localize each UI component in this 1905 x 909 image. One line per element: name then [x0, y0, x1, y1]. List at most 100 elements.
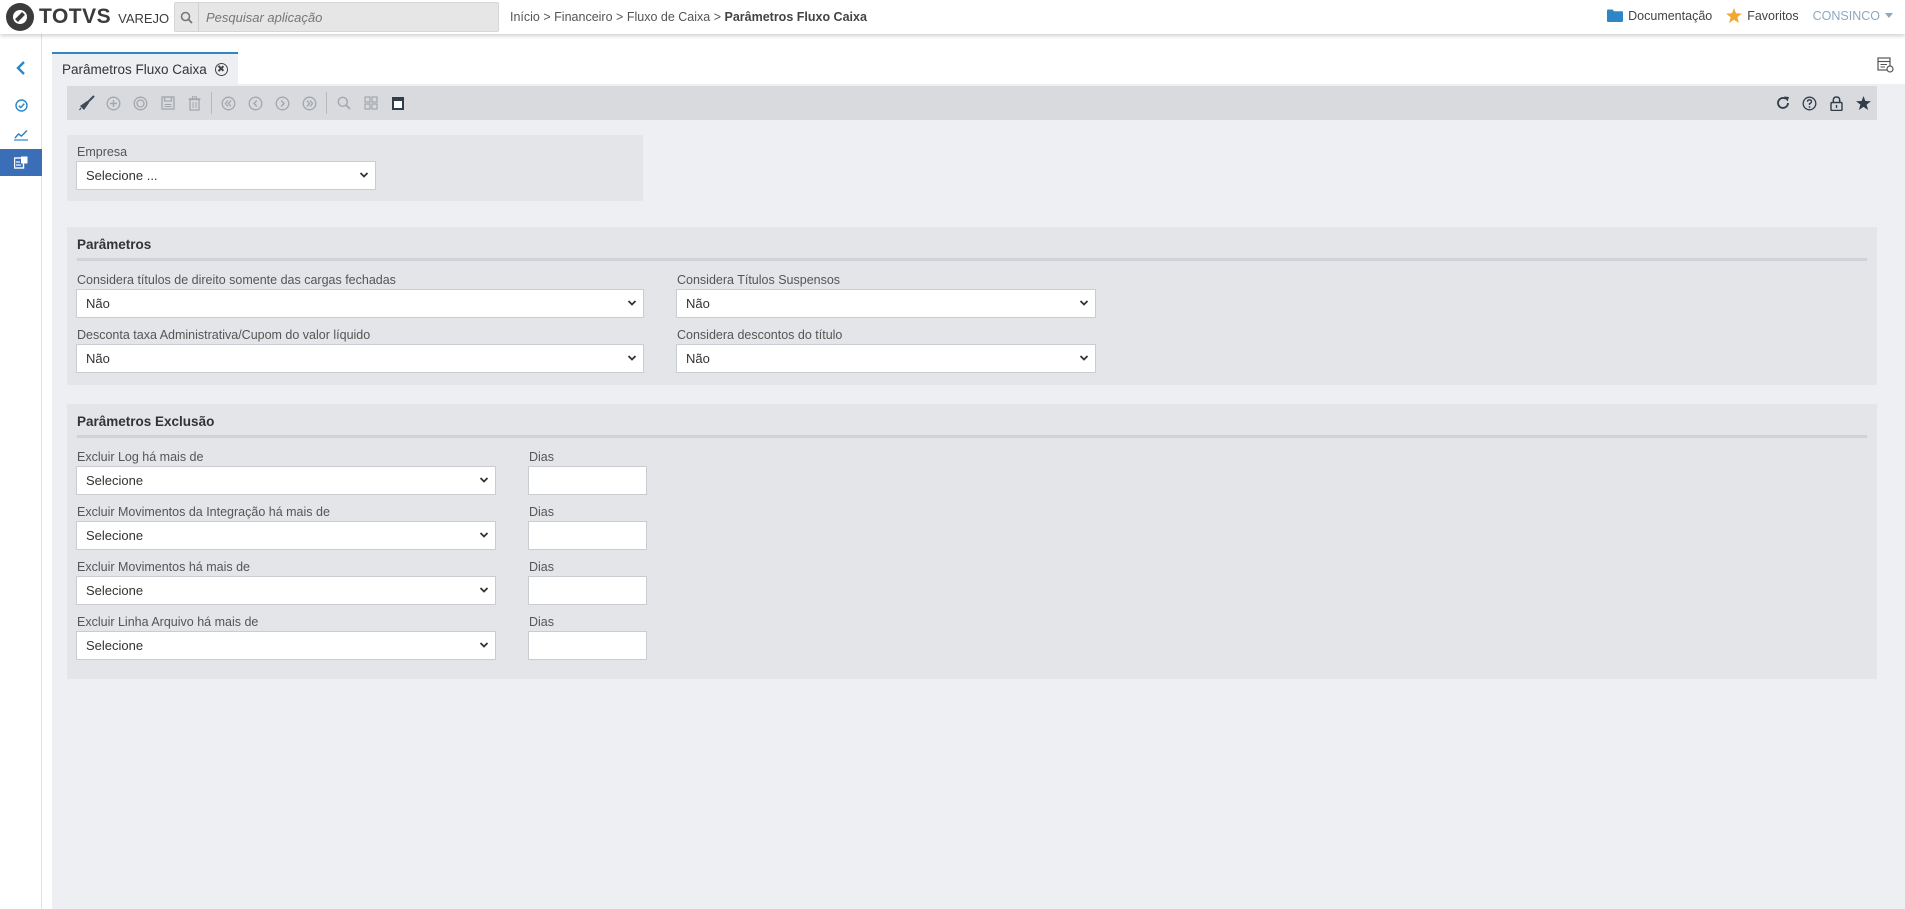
field-label: Desconta taxa Administrativa/Cupom do va…: [77, 328, 371, 342]
broom-icon: [78, 95, 95, 111]
excluir-linha-arquivo-select[interactable]: Selecione: [76, 631, 496, 660]
search-box[interactable]: [174, 2, 499, 32]
refresh-button[interactable]: [1769, 90, 1796, 116]
field-label: Excluir Log há mais de: [77, 450, 204, 464]
folder-icon: [1607, 9, 1624, 22]
user-menu[interactable]: CONSINCO: [1813, 9, 1893, 23]
star-icon: [1726, 8, 1743, 23]
select-value: Não: [86, 351, 110, 366]
add-icon: [106, 96, 121, 110]
parametros-title: Parâmetros: [77, 237, 152, 252]
lock-button[interactable]: [1823, 90, 1850, 116]
previous-icon: [248, 96, 263, 110]
empresa-select[interactable]: Selecione ...: [76, 161, 376, 190]
excluir-movimentos-dias-input[interactable]: [528, 576, 647, 605]
save-icon: [160, 96, 175, 110]
rail-apps-button[interactable]: [0, 149, 42, 176]
field-label: Considera Títulos Suspensos: [677, 273, 841, 287]
last-record-button[interactable]: [296, 90, 323, 116]
breadcrumb-item-fluxo-de-caixa[interactable]: Fluxo de Caixa: [627, 10, 710, 24]
totvs-logo[interactable]: TOTVS VAREJO: [6, 3, 170, 31]
section-divider: [77, 435, 1867, 438]
clear-button[interactable]: [73, 90, 100, 116]
search-icon[interactable]: [175, 3, 199, 31]
excluir-log-dias-input[interactable]: [528, 466, 647, 495]
empresa-label: Empresa: [77, 145, 128, 159]
apps-icon: [14, 156, 28, 169]
side-panel-button[interactable]: [1873, 52, 1897, 76]
cancel-icon: [133, 96, 148, 110]
empresa-panel: Empresa Selecione ...: [67, 135, 643, 201]
breadcrumb-separator: >: [543, 10, 551, 24]
search-icon: [337, 96, 351, 110]
desconta-taxa-select[interactable]: Não: [76, 344, 644, 373]
caret-down-icon: [1885, 13, 1893, 18]
top-bar: TOTVS VAREJO Início > Financeiro > Fluxo…: [0, 0, 1905, 34]
next-record-button[interactable]: [269, 90, 296, 116]
header-actions: Documentação Favoritos CONSINCO: [1607, 8, 1893, 23]
chevron-down-icon: [479, 587, 489, 593]
considera-titulos-suspensos-select[interactable]: Não: [676, 289, 1096, 318]
collapse-menu-button[interactable]: [0, 54, 42, 81]
search-button[interactable]: [330, 90, 357, 116]
previous-record-button[interactable]: [242, 90, 269, 116]
select-value: Não: [686, 351, 710, 366]
delete-button[interactable]: [181, 90, 208, 116]
exclusao-title: Parâmetros Exclusão: [77, 414, 215, 429]
grid-icon: [363, 96, 378, 110]
parametros-panel: Parâmetros Considera títulos de direito …: [67, 227, 1877, 385]
documentation-label: Documentação: [1628, 8, 1713, 23]
section-divider: [77, 258, 1867, 261]
dias-label: Dias: [529, 615, 555, 629]
considera-descontos-select[interactable]: Não: [676, 344, 1096, 373]
excluir-movimentos-select[interactable]: Selecione: [76, 576, 496, 605]
tab-parametros-fluxo-caixa[interactable]: Parâmetros Fluxo Caixa: [52, 52, 238, 84]
breadcrumb-item-financeiro[interactable]: Financeiro: [554, 10, 612, 24]
help-icon: [1802, 96, 1817, 110]
first-record-button[interactable]: [215, 90, 242, 116]
breadcrumb-item-inicio[interactable]: Início: [510, 10, 540, 24]
save-button[interactable]: [154, 90, 181, 116]
considera-cargas-fechadas-select[interactable]: Não: [76, 289, 644, 318]
lock-icon: [1830, 95, 1843, 111]
excluir-movimentos-integracao-dias-input[interactable]: [528, 521, 647, 550]
add-button[interactable]: [100, 90, 127, 116]
chevron-down-icon: [1079, 300, 1089, 306]
tab-label: Parâmetros Fluxo Caixa: [62, 61, 207, 77]
excluir-movimentos-integracao-select[interactable]: Selecione: [76, 521, 496, 550]
chevron-down-icon: [479, 532, 489, 538]
field-label: Excluir Movimentos da Integração há mais…: [77, 505, 330, 519]
next-icon: [275, 96, 290, 110]
dias-label: Dias: [529, 450, 555, 464]
chevron-left-icon: [16, 60, 25, 75]
refresh-icon: [1776, 96, 1789, 109]
rail-tasks-button[interactable]: [0, 92, 42, 119]
brand-name: TOTVS: [39, 5, 112, 28]
totvs-logo-mark-icon: [6, 3, 34, 31]
breadcrumb-separator: >: [616, 10, 624, 24]
brand-subtitle: VAREJO: [118, 11, 170, 26]
favorites-link[interactable]: Favoritos: [1726, 8, 1799, 23]
favorites-label: Favoritos: [1747, 8, 1799, 23]
select-value: Selecione: [86, 473, 144, 488]
documentation-link[interactable]: Documentação: [1607, 9, 1712, 23]
search-input[interactable]: [199, 4, 498, 30]
report-button[interactable]: [384, 90, 411, 116]
select-value: Selecione: [86, 583, 144, 598]
cancel-button[interactable]: [127, 90, 154, 116]
favorite-button[interactable]: [1850, 90, 1877, 116]
close-tab-icon[interactable]: [214, 62, 228, 76]
line-chart-icon: [14, 129, 28, 141]
field-label: Considera descontos do título: [677, 328, 843, 342]
excluir-linha-arquivo-dias-input[interactable]: [528, 631, 647, 660]
first-icon: [221, 96, 236, 110]
breadcrumb: Início > Financeiro > Fluxo de Caixa > P…: [510, 10, 867, 24]
rail-dashboard-button[interactable]: [0, 121, 42, 148]
excluir-log-select[interactable]: Selecione: [76, 466, 496, 495]
trash-icon: [188, 95, 201, 111]
calendar-settings-icon: [1876, 56, 1894, 73]
tab-strip: Parâmetros Fluxo Caixa: [52, 34, 1905, 84]
help-button[interactable]: [1796, 90, 1823, 116]
select-value: Selecione: [86, 528, 144, 543]
grid-button[interactable]: [357, 90, 384, 116]
